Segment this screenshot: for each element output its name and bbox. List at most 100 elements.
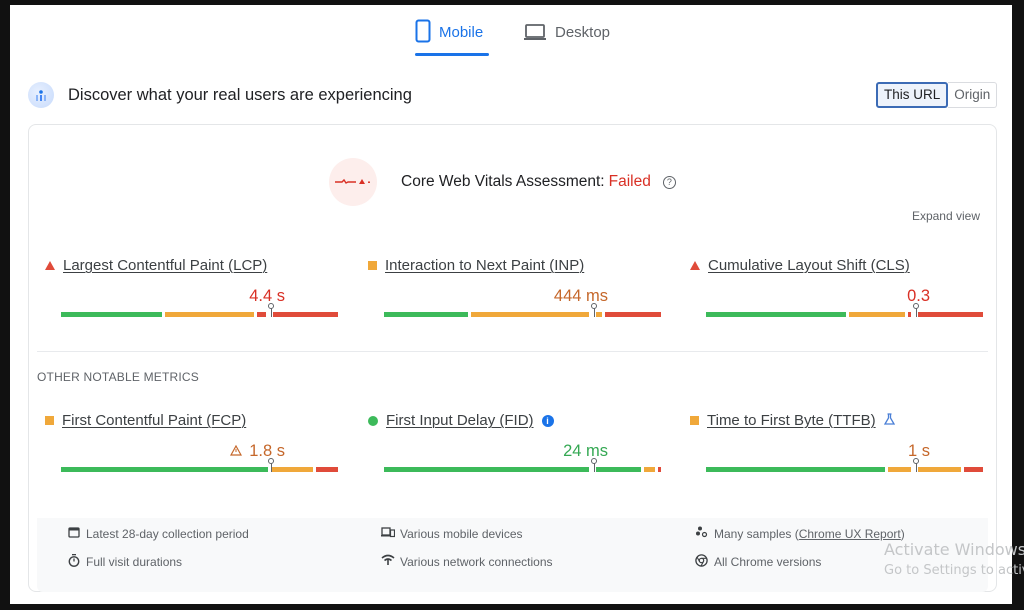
bar-segment-needs-improvement: [888, 467, 911, 472]
calendar-icon: [67, 526, 80, 541]
tab-mobile-label: Mobile: [439, 24, 484, 41]
bar-segment-good: [706, 312, 846, 317]
devices-icon: [381, 526, 396, 541]
page: Mobile Desktop Discover what your real u…: [10, 5, 1012, 604]
metric-header: Interaction to Next Paint (INP): [368, 257, 584, 274]
p75-marker-icon: [268, 458, 274, 472]
field-data-card: Core Web Vitals Assessment: Failed ? Exp…: [28, 124, 997, 592]
bar-segment-needs-improvement: [164, 312, 254, 317]
bar-segment-needs-improvement: [470, 312, 589, 317]
metric-value: 444 ms: [553, 287, 608, 305]
laptop-icon: [523, 19, 547, 47]
metric-name-link[interactable]: Interaction to Next Paint (INP): [385, 257, 584, 274]
bar-segment-needs-improvement: [644, 467, 656, 472]
bar-segment-poor: [273, 312, 338, 317]
bar-segment-poor: [605, 312, 661, 317]
metric-ttfb: Time to First Byte (TTFB) 1 s: [690, 412, 983, 482]
tab-mobile[interactable]: Mobile: [415, 19, 483, 57]
metric-header: First Contentful Paint (FCP): [45, 412, 246, 429]
tab-desktop[interactable]: Desktop: [523, 19, 610, 57]
chrome-ux-report-link[interactable]: Chrome UX Report: [799, 527, 901, 541]
metric-inp: Interaction to Next Paint (INP) 444 ms: [368, 257, 661, 327]
data-source-footer: Latest 28-day collection period Full vis…: [37, 518, 988, 592]
bar-segment-good: [596, 467, 642, 472]
info-icon[interactable]: i: [541, 414, 554, 427]
assessment-label: Core Web Vitals Assessment:: [401, 173, 605, 190]
rating-circle-icon: [368, 415, 378, 426]
footer-network: Various network connections: [381, 554, 553, 569]
chrome-icon: [695, 554, 708, 570]
footer-collection-period: Latest 28-day collection period: [67, 526, 249, 541]
metric-name-link[interactable]: Cumulative Layout Shift (CLS): [708, 257, 910, 274]
footer-visit-durations: Full visit durations: [67, 554, 182, 570]
bar-segment-good: [384, 467, 589, 472]
assessment-status: Failed: [608, 173, 651, 190]
bar-segment-poor: [918, 312, 983, 317]
bar-segment-poor: [257, 312, 266, 317]
bar-segment-poor: [315, 467, 338, 472]
smartphone-icon: [415, 19, 431, 47]
distribution-bar: [61, 303, 341, 317]
p75-marker-icon: [591, 458, 597, 472]
tab-desktop-label: Desktop: [555, 24, 611, 41]
bar-segment-good: [384, 312, 468, 317]
section-divider: [37, 351, 988, 352]
experimental-flask-icon[interactable]: [883, 413, 895, 428]
device-tabs: Mobile Desktop: [10, 5, 1012, 57]
rating-square-icon: [45, 416, 54, 425]
metric-name-link[interactable]: First Input Delay (FID): [386, 412, 534, 429]
rating-square-icon: [690, 416, 699, 425]
origin-button[interactable]: Origin: [948, 82, 998, 108]
bar-segment-good: [61, 467, 268, 472]
metric-name-link[interactable]: First Contentful Paint (FCP): [62, 412, 246, 429]
scope-toggle: This URL Origin: [876, 82, 998, 108]
metric-lcp: Largest Contentful Paint (LCP) 4.4 s: [45, 257, 338, 327]
metric-fid: First Input Delay (FID) i 24 ms: [368, 412, 661, 482]
assessment-failed-icon: [329, 158, 377, 206]
metric-cls: Cumulative Layout Shift (CLS) 0.3: [690, 257, 983, 327]
metric-name-link[interactable]: Largest Contentful Paint (LCP): [63, 257, 267, 274]
footer-chrome-versions: All Chrome versions: [695, 554, 821, 570]
bar-segment-poor: [658, 467, 661, 472]
p75-marker-icon: [591, 303, 597, 317]
network-icon: [381, 554, 395, 569]
warning-triangle-icon: [230, 442, 249, 460]
distribution-bar: [384, 458, 664, 472]
footer-samples: Many samples (Chrome UX Report): [695, 526, 905, 541]
distribution-bar: [384, 303, 664, 317]
rating-triangle-icon: [45, 261, 55, 270]
distribution-bar: [706, 303, 986, 317]
metric-header: Cumulative Layout Shift (CLS): [690, 257, 910, 274]
bar-segment-good: [706, 467, 885, 472]
rating-triangle-icon: [690, 261, 700, 270]
footer-devices: Various mobile devices: [381, 526, 523, 541]
this-url-button[interactable]: This URL: [876, 82, 949, 108]
p75-marker-icon: [268, 303, 274, 317]
timer-icon: [67, 554, 80, 570]
metric-header: Largest Contentful Paint (LCP): [45, 257, 267, 274]
p75-marker-icon: [913, 458, 919, 472]
metric-header: Time to First Byte (TTFB): [690, 412, 895, 429]
rating-square-icon: [368, 261, 377, 270]
bar-segment-good: [61, 312, 162, 317]
metric-fcp: First Contentful Paint (FCP) 1.8 s: [45, 412, 338, 482]
assessment-heading: Core Web Vitals Assessment: Failed ?: [401, 173, 676, 191]
section-title: Discover what your real users are experi…: [68, 86, 412, 104]
bar-segment-poor: [907, 312, 911, 317]
help-icon[interactable]: ?: [662, 175, 676, 189]
metric-value: 1.8 s: [230, 442, 285, 461]
metric-name-link[interactable]: Time to First Byte (TTFB): [707, 412, 876, 429]
bar-segment-needs-improvement: [918, 467, 961, 472]
activate-windows-watermark: Activate Windows Go to Settings to activ…: [884, 540, 1024, 578]
samples-icon: [695, 526, 708, 541]
distribution-bar: [706, 458, 986, 472]
active-tab-indicator: [415, 53, 489, 56]
metric-header: First Input Delay (FID) i: [368, 412, 554, 429]
expand-view-link[interactable]: Expand view: [912, 209, 980, 223]
crux-users-icon: [28, 82, 54, 108]
distribution-bar: [61, 458, 341, 472]
metric-value: 24 ms: [563, 442, 608, 460]
p75-marker-icon: [913, 303, 919, 317]
bar-segment-poor: [963, 467, 983, 472]
bar-segment-needs-improvement: [848, 312, 905, 317]
